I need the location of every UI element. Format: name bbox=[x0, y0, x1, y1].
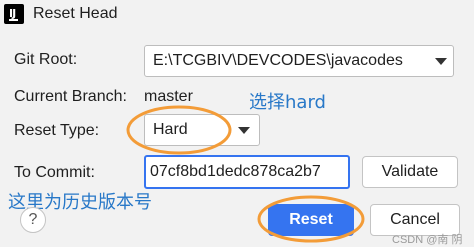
reset-highlight-ring bbox=[257, 195, 365, 243]
chevron-down-icon bbox=[238, 127, 250, 134]
git-root-label: Git Root: bbox=[14, 51, 78, 68]
help-button[interactable]: ? bbox=[20, 207, 46, 233]
commit-hash-input[interactable]: 07cf8bd1dedc878ca2b7 bbox=[144, 155, 350, 189]
current-branch-value: master bbox=[144, 88, 193, 105]
annotation-select-hard: 选择hard bbox=[249, 92, 326, 113]
dialog-title: Reset Head bbox=[33, 5, 118, 22]
current-branch-label: Current Branch: bbox=[14, 88, 127, 105]
hard-highlight-ring bbox=[126, 105, 232, 155]
git-root-dropdown[interactable]: E:\TCGBIV\DEVCODES\javacodes bbox=[144, 45, 454, 77]
chevron-down-icon bbox=[435, 58, 447, 65]
git-root-value: E:\TCGBIV\DEVCODES\javacodes bbox=[153, 52, 403, 69]
watermark: CSDN @南 阴 bbox=[392, 234, 463, 246]
commit-hash-value: 07cf8bd1dedc878ca2b7 bbox=[150, 163, 321, 180]
intellij-app-icon: IJ bbox=[4, 4, 24, 24]
reset-type-label: Reset Type: bbox=[14, 122, 100, 139]
validate-button[interactable]: Validate bbox=[362, 156, 458, 188]
to-commit-label: To Commit: bbox=[14, 164, 95, 181]
